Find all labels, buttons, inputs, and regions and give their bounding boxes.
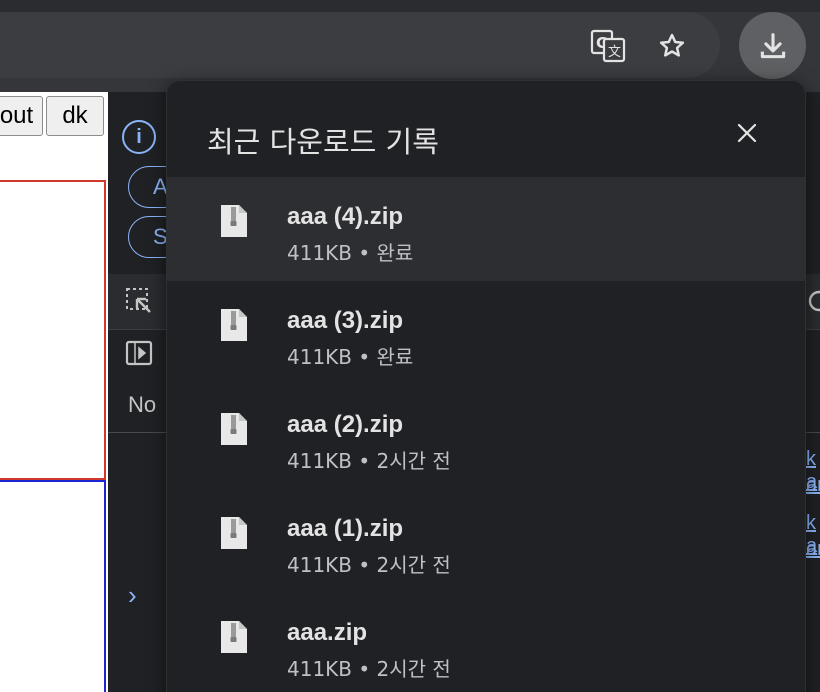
- download-meta: 411KB • 2시간 전: [287, 657, 451, 681]
- zip-file-icon: [221, 517, 247, 549]
- download-filename: aaa (1).zip: [287, 515, 404, 542]
- star-icon[interactable]: [650, 26, 694, 66]
- translate-icon[interactable]: G 文: [586, 26, 630, 66]
- dk-button[interactable]: dk: [46, 96, 104, 136]
- chevron-right-icon[interactable]: ›: [128, 580, 137, 611]
- download-meta: 411KB • 완료: [287, 241, 414, 265]
- out-button[interactable]: out: [0, 96, 43, 136]
- downloads-title: 최근 다운로드 기록: [207, 125, 439, 159]
- download-filename: aaa (3).zip: [287, 307, 404, 334]
- close-icon[interactable]: [727, 113, 767, 153]
- devtools-no-label: No: [128, 392, 157, 417]
- download-icon[interactable]: [739, 12, 806, 79]
- red-outlined-box: [0, 180, 106, 480]
- download-meta: 411KB • 2시간 전: [287, 553, 451, 577]
- downloads-popup: 최근 다운로드 기록 aaa (4).zip 411KB • 완료 aaa (3…: [166, 80, 806, 692]
- zip-file-icon: [221, 621, 247, 653]
- browser-toolbar: G 文: [0, 0, 820, 92]
- blue-outlined-box: [0, 480, 106, 692]
- download-item[interactable]: aaa (2).zip 411KB • 2시간 전: [167, 385, 805, 489]
- download-item[interactable]: aaa (4).zip 411KB • 완료: [167, 177, 805, 281]
- zip-file-icon: [221, 413, 247, 445]
- web-page-content: out dk: [0, 92, 108, 692]
- devtools-link[interactable]: am: [806, 474, 820, 497]
- zip-file-icon: [221, 309, 247, 341]
- svg-text:文: 文: [608, 45, 621, 60]
- tab-strip: [0, 0, 820, 12]
- element-picker-icon[interactable]: [124, 286, 154, 321]
- download-meta: 411KB • 완료: [287, 345, 414, 369]
- download-item[interactable]: aaa (1).zip 411KB • 2시간 전: [167, 489, 805, 593]
- info-icon[interactable]: i: [122, 120, 156, 154]
- download-meta: 411KB • 2시간 전: [287, 449, 451, 473]
- download-item[interactable]: aaa.zip 411KB • 2시간 전: [167, 593, 805, 692]
- toggle-sidebar-icon[interactable]: [124, 338, 154, 373]
- downloads-header: 최근 다운로드 기록: [167, 81, 805, 177]
- download-filename: aaa (2).zip: [287, 411, 404, 438]
- download-filename: aaa (4).zip: [287, 203, 404, 230]
- devtools-link[interactable]: am: [806, 538, 820, 561]
- zip-file-icon: [221, 205, 247, 237]
- settings-icon[interactable]: [804, 286, 820, 321]
- download-item[interactable]: aaa (3).zip 411KB • 완료: [167, 281, 805, 385]
- download-filename: aaa.zip: [287, 619, 368, 646]
